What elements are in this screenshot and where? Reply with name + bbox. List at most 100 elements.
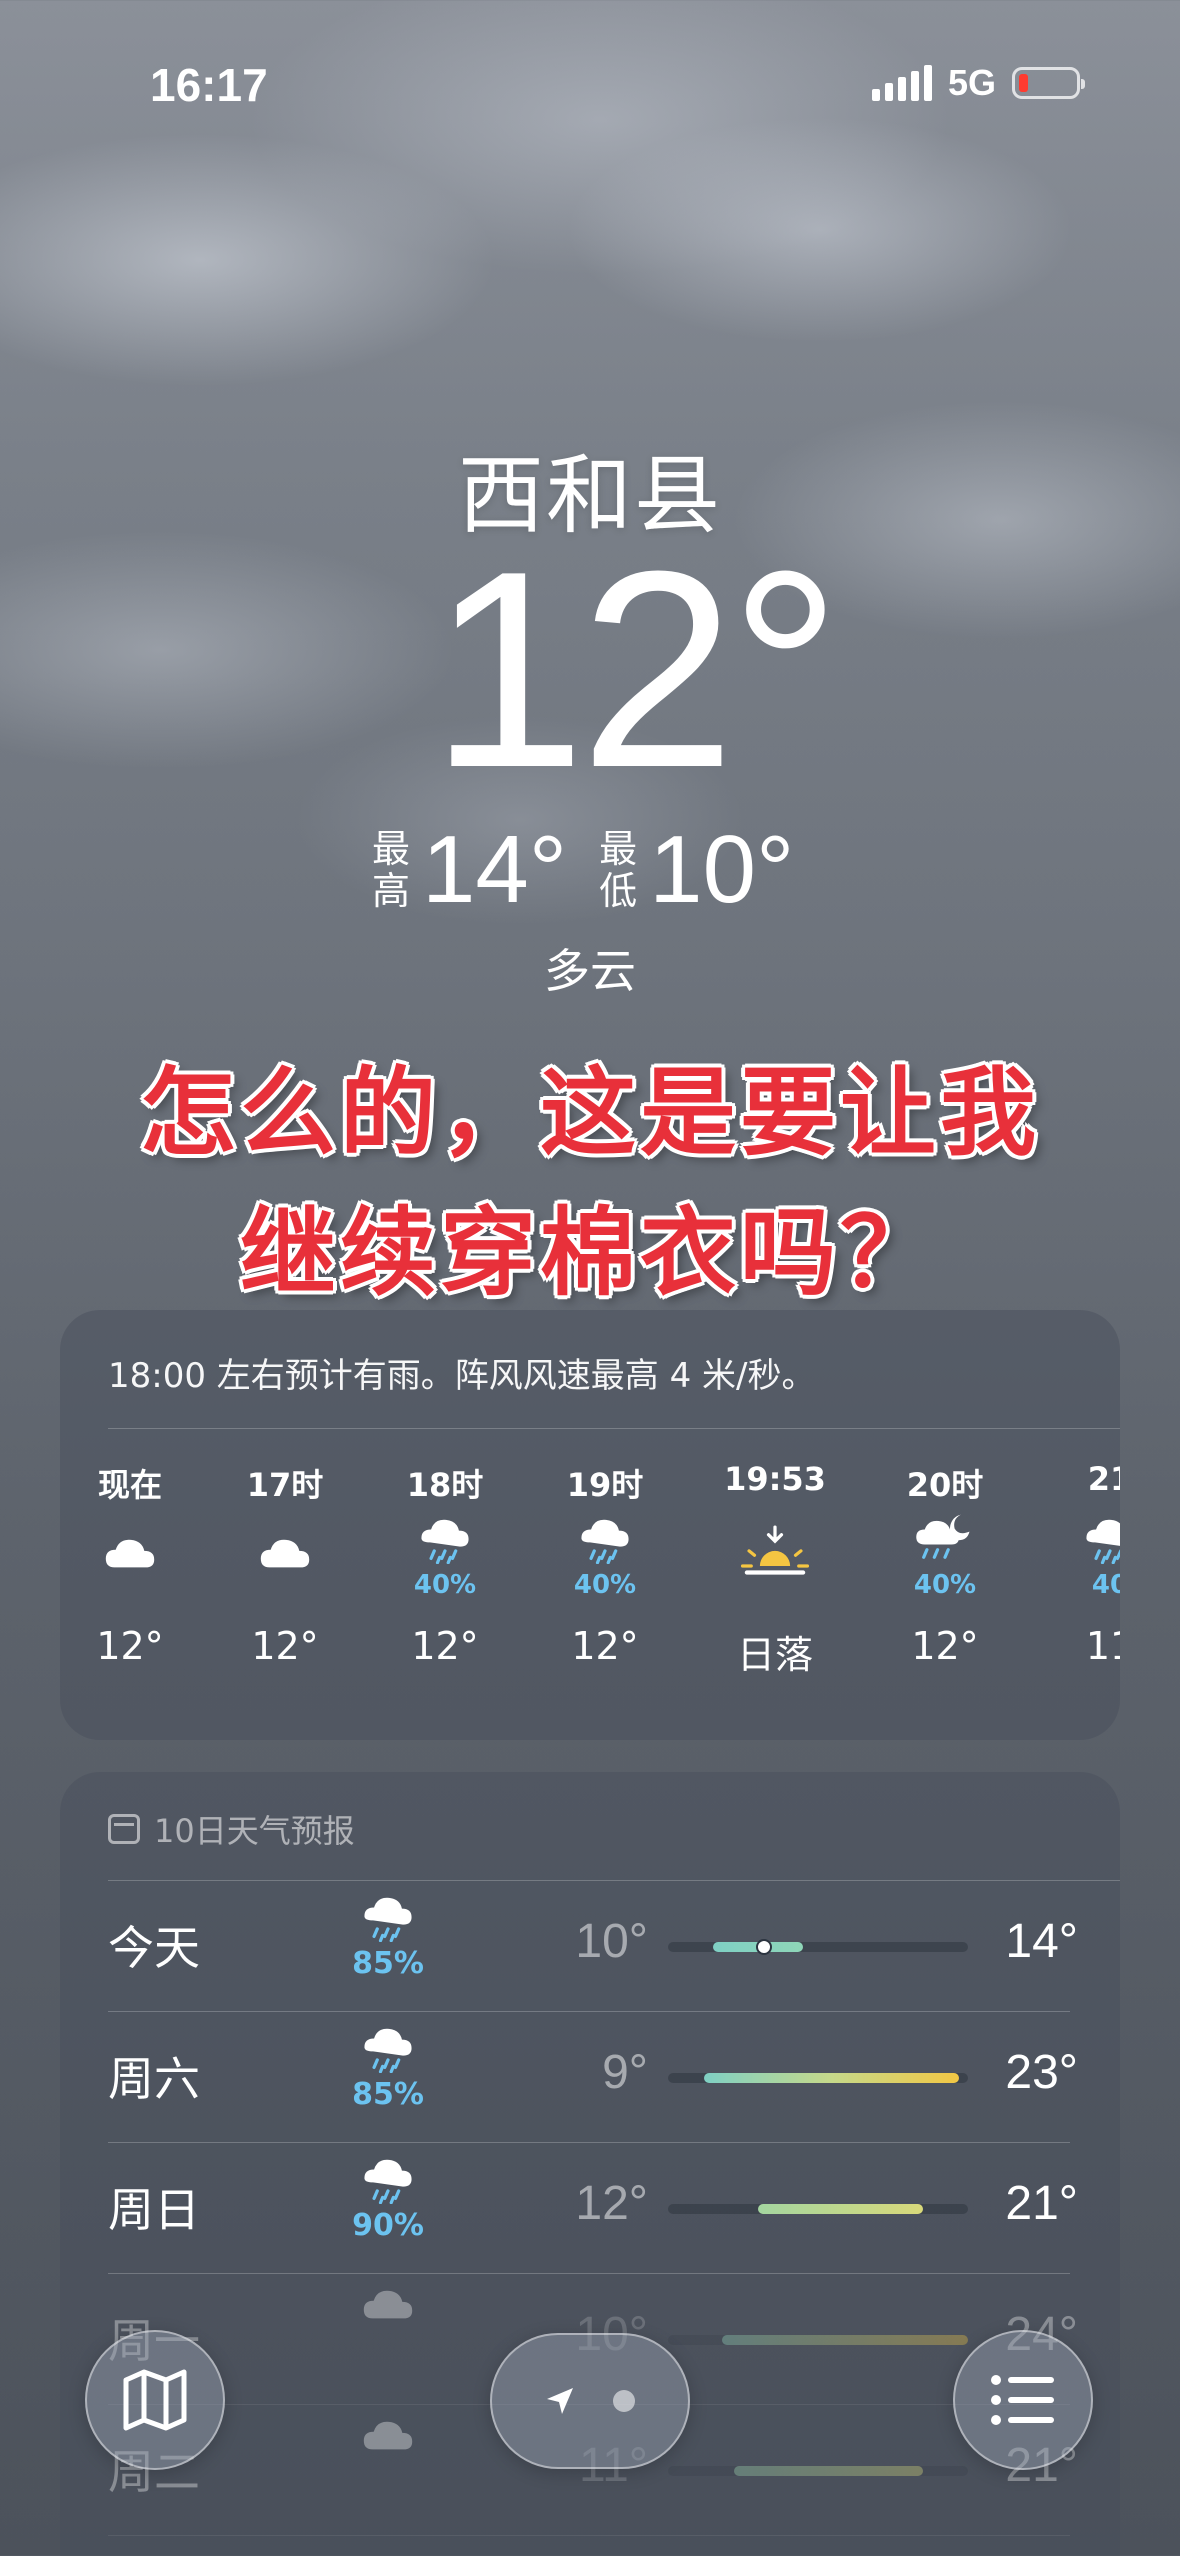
signal-icon: [871, 65, 932, 101]
current-temperature: 12°: [430, 514, 841, 826]
precip-chance: 90%: [352, 2208, 424, 2243]
rain-moon-cloud-icon: [912, 1510, 978, 1568]
hour-value: 12°: [571, 1624, 639, 1668]
page-indicator[interactable]: [490, 2333, 690, 2469]
cloud-icon: [356, 2290, 420, 2329]
low-label: 最低: [599, 827, 638, 913]
high-label: 最高: [371, 827, 410, 913]
battery-icon: [1012, 67, 1085, 99]
caption-line-1: 怎么的，这是要让我: [140, 1057, 1040, 1169]
cloud-icon: [98, 1530, 162, 1578]
temp-range-fill: [722, 2335, 968, 2345]
hour-item: 现在 12°: [60, 1460, 200, 1668]
temp-range-bar: [668, 2204, 968, 2214]
precip-chance: 40%: [413, 1570, 477, 1600]
day-high: 21°: [1005, 2177, 1078, 2230]
hour-item: 17时 12°: [215, 1460, 355, 1668]
temp-range-bar: [668, 1939, 968, 1955]
divider: [108, 2011, 1070, 2012]
day-low: 12°: [575, 2177, 648, 2230]
status-time: 16:17: [150, 59, 268, 111]
temp-range-bar: [668, 2073, 968, 2083]
network-type: 5G: [947, 62, 996, 103]
precip-chance: 85%: [352, 1946, 424, 1981]
hour-value: 12°: [96, 1624, 164, 1668]
divider: [108, 1880, 1120, 1881]
high-low: 最高 14° 最低 10°: [370, 820, 824, 920]
day-weather: [338, 2281, 438, 2329]
rain-cloud-icon: [358, 2159, 418, 2208]
divider: [108, 2273, 1070, 2274]
rain-cloud-icon: [358, 2028, 418, 2077]
hour-time: 19时: [566, 1466, 644, 1504]
precip-chance: 40%: [573, 1570, 637, 1600]
hour-weather: [705, 1500, 845, 1610]
calendar-icon: [108, 1814, 140, 1844]
day-weather: 90%: [338, 2150, 438, 2243]
hour-value: 11: [1085, 1624, 1120, 1668]
hour-item: 19时 40% 12°: [535, 1460, 675, 1668]
cloud-icon: [356, 2421, 420, 2460]
map-button[interactable]: [85, 2330, 225, 2470]
hour-item: 18时 40% 12°: [375, 1460, 515, 1668]
hour-time: 20时: [906, 1466, 984, 1504]
hour-weather: 40: [1040, 1500, 1120, 1610]
hourly-scroll[interactable]: 现在 12° 17时 12° 18时 40% 12° 19时 40% 12° 19:53 日落 20时 4…: [60, 1460, 1120, 1720]
hour-value: 12°: [411, 1624, 479, 1668]
temp-range-bar: [668, 2335, 968, 2345]
status-indicators: 5G: [871, 62, 1085, 104]
day-low: 10°: [575, 1915, 648, 1968]
rain-cloud-icon: [575, 1510, 635, 1568]
day-label: 周六: [108, 2052, 200, 2106]
day-high: 23°: [1005, 2046, 1078, 2099]
hour-weather: 40%: [535, 1500, 675, 1610]
temp-range-fill: [758, 2204, 923, 2214]
map-icon: [123, 2369, 187, 2431]
low-temperature: 10°: [649, 816, 795, 923]
hourly-forecast-card[interactable]: 18:00 左右预计有雨。阵风风速最高 4 米/秒。 现在 12° 17时 12° 18…: [60, 1310, 1120, 1740]
day-label: 周日: [108, 2183, 200, 2237]
caption-line-2: 继续穿棉衣吗？: [240, 1197, 940, 1309]
weather-condition: 多云: [544, 944, 636, 998]
temp-range-bar: [668, 2466, 968, 2476]
hour-item: 19:53 日落: [705, 1460, 845, 1679]
sunset-icon: [740, 1525, 810, 1583]
day-weather: 85%: [338, 1888, 438, 1981]
hour-value: 12°: [251, 1624, 319, 1668]
ten-day-title: 10日天气预报: [154, 1812, 355, 1850]
day-low: 9°: [602, 2046, 648, 2099]
hour-weather: 40%: [875, 1500, 1015, 1610]
rain-cloud-icon: [358, 1897, 418, 1946]
day-weather: [338, 2412, 438, 2460]
precip-chance: 40: [1091, 1570, 1120, 1600]
hour-time: 17时: [246, 1466, 324, 1504]
current-temp-dot: [756, 1939, 772, 1955]
daily-row[interactable]: 周日 90% 12° 21°: [108, 2144, 1078, 2274]
divider: [108, 1428, 1120, 1429]
precip-chance: 85%: [352, 2077, 424, 2112]
daily-row[interactable]: 周六 85% 9° 23°: [108, 2013, 1078, 2143]
hour-weather: 40%: [375, 1500, 515, 1610]
rain-cloud-icon: [1080, 1510, 1120, 1568]
hour-weather: [60, 1500, 200, 1610]
divider: [108, 2535, 1070, 2536]
hour-item: 21 40 11: [1040, 1460, 1120, 1668]
day-label: 今天: [108, 1921, 200, 1975]
hour-time: 21: [1087, 1460, 1120, 1498]
location-arrow-icon: [547, 2388, 573, 2414]
hour-time: 18时: [406, 1466, 484, 1504]
high-temperature: 14°: [422, 816, 568, 923]
hour-value: 日落: [736, 1633, 813, 1677]
day-weather: 85%: [338, 2019, 438, 2112]
city-list-button[interactable]: [953, 2330, 1093, 2470]
daily-row[interactable]: 今天 85% 10° 14°: [108, 1882, 1078, 2012]
hour-value: 12°: [911, 1624, 979, 1668]
divider: [108, 2142, 1070, 2143]
temp-range-fill: [734, 2466, 923, 2476]
hourly-summary: 18:00 左右预计有雨。阵风风速最高 4 米/秒。: [108, 1356, 816, 1396]
ten-day-header: 10日天气预报: [108, 1806, 355, 1852]
list-icon: [991, 2375, 1054, 2425]
page-dot[interactable]: [613, 2390, 635, 2412]
hour-time: 现在: [97, 1466, 162, 1504]
hour-time: 19:53: [724, 1460, 826, 1498]
